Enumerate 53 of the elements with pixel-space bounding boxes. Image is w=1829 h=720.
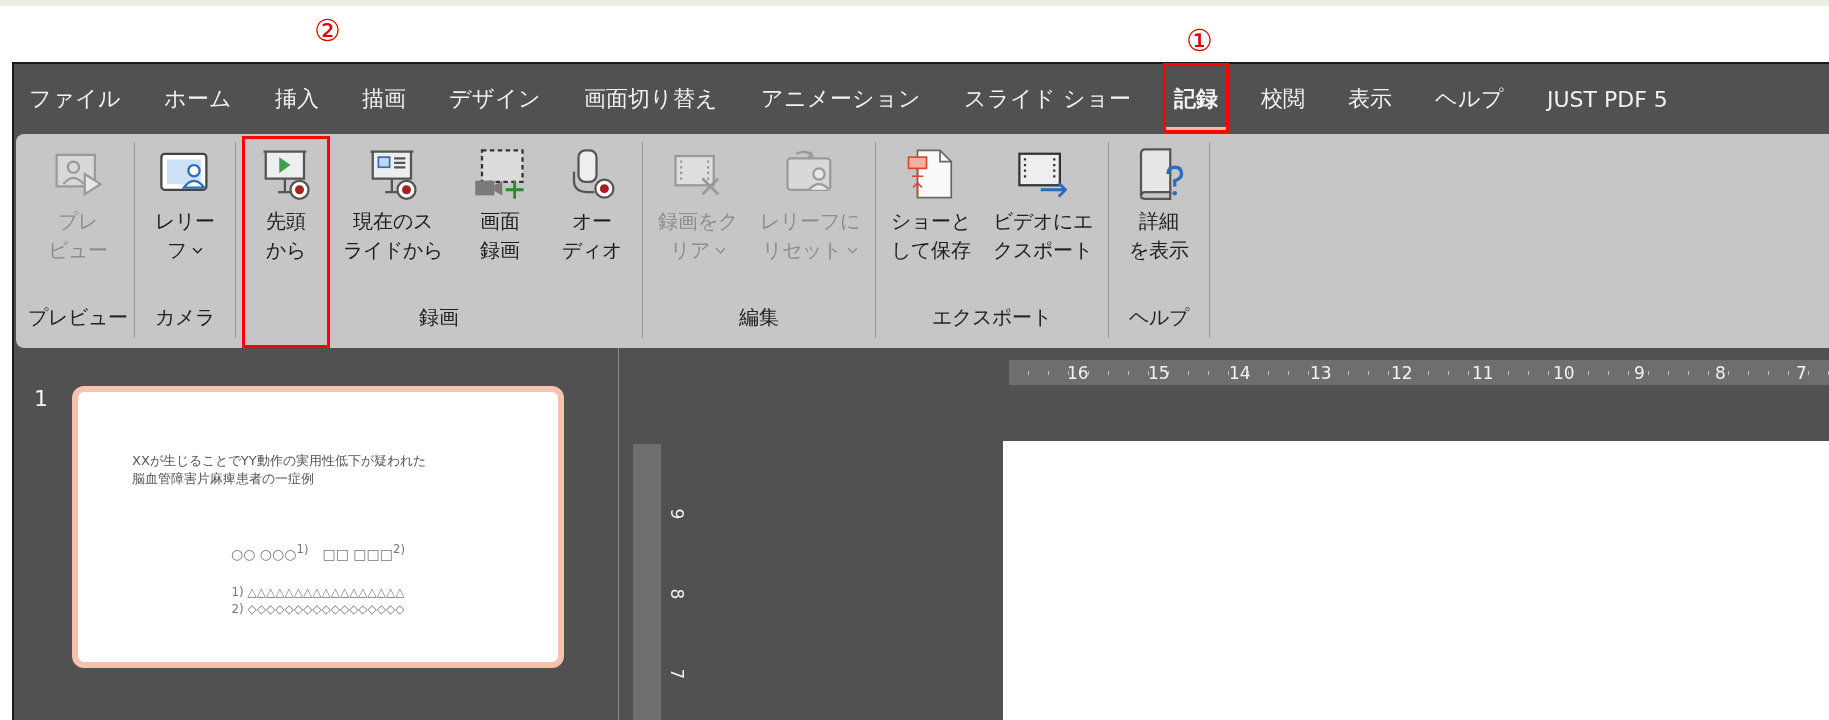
- ribbon-button[interactable]: 詳細 を表示: [1115, 136, 1203, 268]
- group-label: 録画: [419, 304, 459, 331]
- ruler-number: 9: [1634, 362, 1646, 383]
- ribbon-button[interactable]: 画面 録画: [456, 136, 544, 268]
- slide-authors: ○○ ○○○$^{1)}$ □□ □□□$^{2)}$: [230, 542, 406, 564]
- ribbon-tab[interactable]: アニメーション: [750, 63, 932, 133]
- group-label: ヘルプ: [1129, 304, 1189, 331]
- ruler-number: 14: [1229, 362, 1252, 383]
- ruler-number: 7: [1796, 362, 1808, 383]
- ribbon-tab[interactable]: 画面切り替え: [573, 63, 729, 133]
- ribbon-tab[interactable]: 校閲: [1250, 63, 1316, 133]
- ruler-number: 10: [1553, 362, 1576, 383]
- group-label: 編集: [739, 304, 779, 331]
- ribbon-tab[interactable]: 挿入: [264, 63, 330, 133]
- ribbon-button[interactable]: オー ディオ: [548, 136, 636, 268]
- ruler-number: 8: [666, 588, 687, 600]
- step-number: ②: [314, 16, 341, 46]
- step-number: ①: [1186, 26, 1213, 56]
- group-label: プレビュー: [28, 304, 128, 331]
- ribbon-tab[interactable]: 描画: [351, 63, 417, 133]
- slide-title: 脳血管障害片麻痺患者の一症例: [132, 470, 315, 488]
- chevron-down-icon: [715, 247, 726, 254]
- slide-thumbnail[interactable]: XXが生じることでYY動作の実用性低下が疑われた 脳血管障害片麻痺患者の一症例 ○○ ○○○$^{1)}$ □□ □□□$^{2)}$ 1) △△△△△△△△△△△△△△△△△ 2) ◇◇◇◇◇◇◇◇◇◇◇◇◇◇◇◇◇: [72, 386, 564, 668]
- ribbon-tab[interactable]: 表示: [1337, 63, 1403, 133]
- ruler-number: 15: [1148, 362, 1171, 383]
- ribbon-tab[interactable]: JUST PDF 5: [1536, 65, 1679, 131]
- ruler-number: 16: [1067, 362, 1090, 383]
- ruler-number: 12: [1391, 362, 1414, 383]
- ribbon-tab[interactable]: ホーム: [153, 63, 243, 133]
- ribbon-button[interactable]: ビデオにエ クスポート: [984, 136, 1102, 268]
- ribbon-tab[interactable]: スライド ショー: [953, 63, 1142, 133]
- ribbon-button[interactable]: 現在のス ライドから: [334, 136, 452, 268]
- slide-number: 1: [33, 386, 49, 411]
- ribbon-button[interactable]: ショーと して保存: [882, 136, 980, 268]
- slide-reference: 2) ◇◇◇◇◇◇◇◇◇◇◇◇◇◇◇◇◇: [231, 600, 405, 618]
- ribbon-tab[interactable]: ファイル: [18, 63, 132, 133]
- ribbon-tab[interactable]: ヘルプ: [1424, 63, 1515, 133]
- ruler-number: 8: [1715, 362, 1727, 383]
- ribbon-button[interactable]: 先頭 から: [242, 136, 330, 348]
- chevron-down-icon: [847, 247, 858, 254]
- slide-title: XXが生じることでYY動作の実用性低下が疑われた: [132, 452, 426, 470]
- ruler-number: 9: [666, 508, 687, 520]
- slide-reference: 1) △△△△△△△△△△△△△△△△△: [231, 583, 405, 601]
- group-label: カメラ: [155, 304, 215, 331]
- ribbon-tab[interactable]: 記録: [1163, 63, 1229, 133]
- ribbon-tab[interactable]: デザイン: [438, 63, 552, 133]
- ribbon-button[interactable]: レリー フ: [141, 136, 229, 268]
- chevron-down-icon: [192, 247, 203, 254]
- ruler-number: 7: [666, 668, 687, 680]
- ruler-number: 11: [1472, 362, 1495, 383]
- ruler-number: 13: [1310, 362, 1333, 383]
- group-label: エクスポート: [932, 304, 1052, 331]
- screen-camera-icon: [473, 147, 527, 201]
